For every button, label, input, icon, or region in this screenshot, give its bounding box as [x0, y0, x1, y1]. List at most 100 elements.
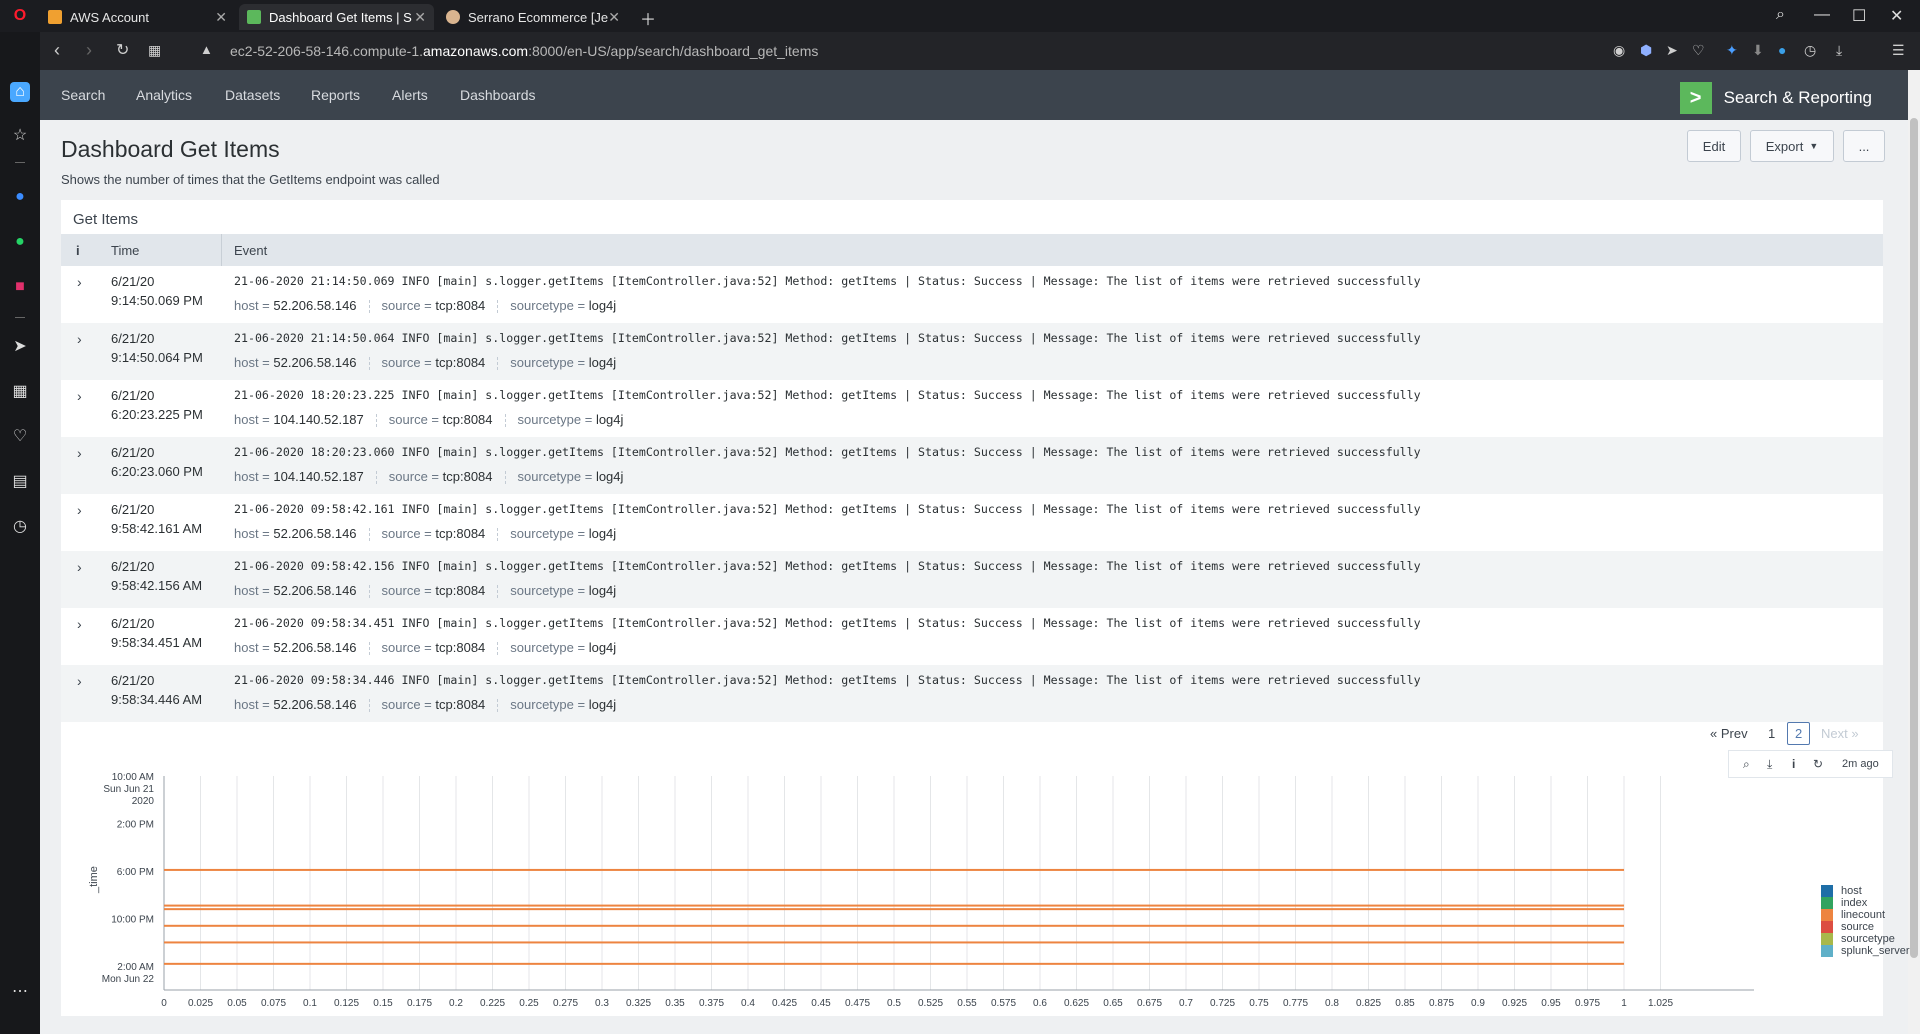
heart-icon[interactable]: ♡ [1692, 42, 1705, 59]
event-raw[interactable]: 21-06-2020 09:58:34.446 INFO [main] s.lo… [234, 673, 1421, 687]
edit-button[interactable]: Edit [1687, 130, 1741, 162]
field-value-sourcetype[interactable]: log4j [589, 583, 616, 598]
field-value-host[interactable]: 52.206.58.146 [273, 355, 356, 370]
apps-grid-icon[interactable]: ▦ [10, 382, 30, 402]
field-value-sourcetype[interactable]: log4j [596, 469, 623, 484]
expand-chevron-icon[interactable]: › [77, 331, 82, 347]
tab-dashboard-get-items[interactable]: Dashboard Get Items | S ✕ [239, 4, 434, 30]
app-brand[interactable]: > Search & Reporting [1679, 82, 1872, 114]
heart-icon[interactable]: ♡ [10, 427, 30, 447]
refresh-icon[interactable]: ↻ [1813, 757, 1823, 771]
field-value-sourcetype[interactable]: log4j [589, 355, 616, 370]
news-icon[interactable]: ▤ [10, 472, 30, 492]
downloads-icon[interactable]: ⤓ [1836, 42, 1842, 59]
nav-analytics[interactable]: Analytics [136, 87, 192, 103]
bar[interactable] [164, 868, 1624, 871]
expand-chevron-icon[interactable]: › [77, 502, 82, 518]
field-value-source[interactable]: tcp:8084 [435, 697, 485, 712]
url-field[interactable]: ec2-52-206-58-146.compute-1.amazonaws.co… [230, 43, 818, 59]
info-column-header[interactable]: i [76, 243, 80, 258]
new-tab-icon[interactable]: ＋ [640, 6, 656, 30]
field-value-sourcetype[interactable]: log4j [596, 412, 623, 427]
send-icon[interactable]: ➤ [1666, 42, 1678, 59]
shield-icon[interactable]: ⬢ [1640, 42, 1652, 59]
nav-dashboards[interactable]: Dashboards [460, 87, 536, 103]
page-scrollbar[interactable] [1908, 70, 1920, 1034]
event-raw[interactable]: 21-06-2020 09:58:42.156 INFO [main] s.lo… [234, 559, 1421, 573]
extension-icon[interactable]: ✦ [1726, 42, 1738, 59]
field-value-host[interactable]: 52.206.58.146 [273, 640, 356, 655]
field-value-source[interactable]: tcp:8084 [435, 640, 485, 655]
tab-serrano-ecommerce[interactable]: Serrano Ecommerce [Je ✕ [438, 4, 628, 30]
back-icon[interactable]: ‹ [54, 40, 60, 61]
maximize-icon[interactable]: ☐ [1852, 6, 1866, 26]
bar[interactable] [164, 941, 1624, 944]
field-value-sourcetype[interactable]: log4j [589, 298, 616, 313]
page-1-link[interactable]: 1 [1768, 726, 1775, 741]
legend-item[interactable]: splunk_server [1821, 945, 1909, 957]
camera-icon[interactable]: ◉ [1613, 42, 1625, 59]
nav-reports[interactable]: Reports [311, 87, 360, 103]
event-raw[interactable]: 21-06-2020 09:58:34.451 INFO [main] s.lo… [234, 616, 1421, 630]
legend-item[interactable]: index [1821, 897, 1909, 909]
download-icon[interactable]: ⤓ [1767, 757, 1772, 772]
field-value-source[interactable]: tcp:8084 [435, 526, 485, 541]
event-raw[interactable]: 21-06-2020 21:14:50.064 INFO [main] s.lo… [234, 331, 1421, 345]
bar[interactable] [164, 908, 1624, 911]
event-raw[interactable]: 21-06-2020 21:14:50.069 INFO [main] s.lo… [234, 274, 1421, 288]
current-page[interactable]: 2 [1787, 722, 1811, 745]
field-value-sourcetype[interactable]: log4j [589, 640, 616, 655]
prev-page-link[interactable]: « Prev [1710, 726, 1748, 741]
legend-item[interactable]: host [1821, 885, 1909, 897]
close-icon[interactable]: ✕ [608, 9, 620, 26]
minimize-icon[interactable]: — [1814, 6, 1830, 24]
more-button[interactable]: ... [1843, 130, 1885, 162]
event-raw[interactable]: 21-06-2020 18:20:23.060 INFO [main] s.lo… [234, 445, 1421, 459]
star-icon[interactable]: ☆ [10, 126, 30, 146]
legend-item[interactable]: linecount [1821, 909, 1909, 921]
event-column-header[interactable]: Event [234, 243, 267, 258]
expand-chevron-icon[interactable]: › [77, 445, 82, 461]
send-icon[interactable]: ➤ [10, 337, 30, 357]
field-value-sourcetype[interactable]: log4j [589, 526, 616, 541]
reload-icon[interactable]: ↻ [116, 40, 129, 60]
field-value-source[interactable]: tcp:8084 [435, 355, 485, 370]
close-icon[interactable]: ✕ [215, 9, 227, 26]
more-icon[interactable]: ⋯ [10, 982, 30, 1002]
field-value-host[interactable]: 52.206.58.146 [273, 526, 356, 541]
field-value-host[interactable]: 104.140.52.187 [273, 469, 363, 484]
bar[interactable] [164, 904, 1624, 907]
telegram-icon[interactable]: ● [1778, 42, 1786, 58]
search-icon[interactable]: ⌕ [1743, 757, 1750, 772]
expand-chevron-icon[interactable]: › [77, 274, 82, 290]
menu-icon[interactable]: ☰ [1892, 42, 1905, 59]
nav-search[interactable]: Search [61, 87, 105, 103]
page-2-link[interactable]: 2 [1787, 722, 1811, 745]
tabs-grid-icon[interactable]: ▦ [148, 42, 161, 59]
expand-chevron-icon[interactable]: › [77, 388, 82, 404]
opera-logo-icon[interactable]: O [10, 6, 30, 26]
forward-icon[interactable]: › [86, 40, 92, 61]
field-value-source[interactable]: tcp:8084 [443, 412, 493, 427]
expand-chevron-icon[interactable]: › [77, 673, 82, 689]
field-value-source[interactable]: tcp:8084 [435, 298, 485, 313]
warning-icon[interactable]: ▲ [200, 42, 213, 57]
scrollbar-thumb[interactable] [1910, 118, 1918, 958]
bar[interactable] [164, 962, 1624, 965]
messenger-icon[interactable]: ● [10, 187, 30, 207]
time-column-header[interactable]: Time [111, 243, 139, 258]
whatsapp-icon[interactable]: ● [10, 232, 30, 252]
clock-icon[interactable]: ◷ [1804, 42, 1816, 59]
field-value-source[interactable]: tcp:8084 [435, 583, 485, 598]
expand-chevron-icon[interactable]: › [77, 559, 82, 575]
event-raw[interactable]: 21-06-2020 09:58:42.161 INFO [main] s.lo… [234, 502, 1421, 516]
field-value-source[interactable]: tcp:8084 [443, 469, 493, 484]
nav-datasets[interactable]: Datasets [225, 87, 280, 103]
nav-alerts[interactable]: Alerts [392, 87, 428, 103]
history-icon[interactable]: ◷ [10, 517, 30, 537]
close-window-icon[interactable]: ✕ [1890, 6, 1903, 26]
instagram-icon[interactable]: ■ [10, 277, 30, 297]
info-icon[interactable]: i [1792, 757, 1795, 771]
event-raw[interactable]: 21-06-2020 18:20:23.225 INFO [main] s.lo… [234, 388, 1421, 402]
next-page-link[interactable]: Next » [1821, 726, 1859, 741]
